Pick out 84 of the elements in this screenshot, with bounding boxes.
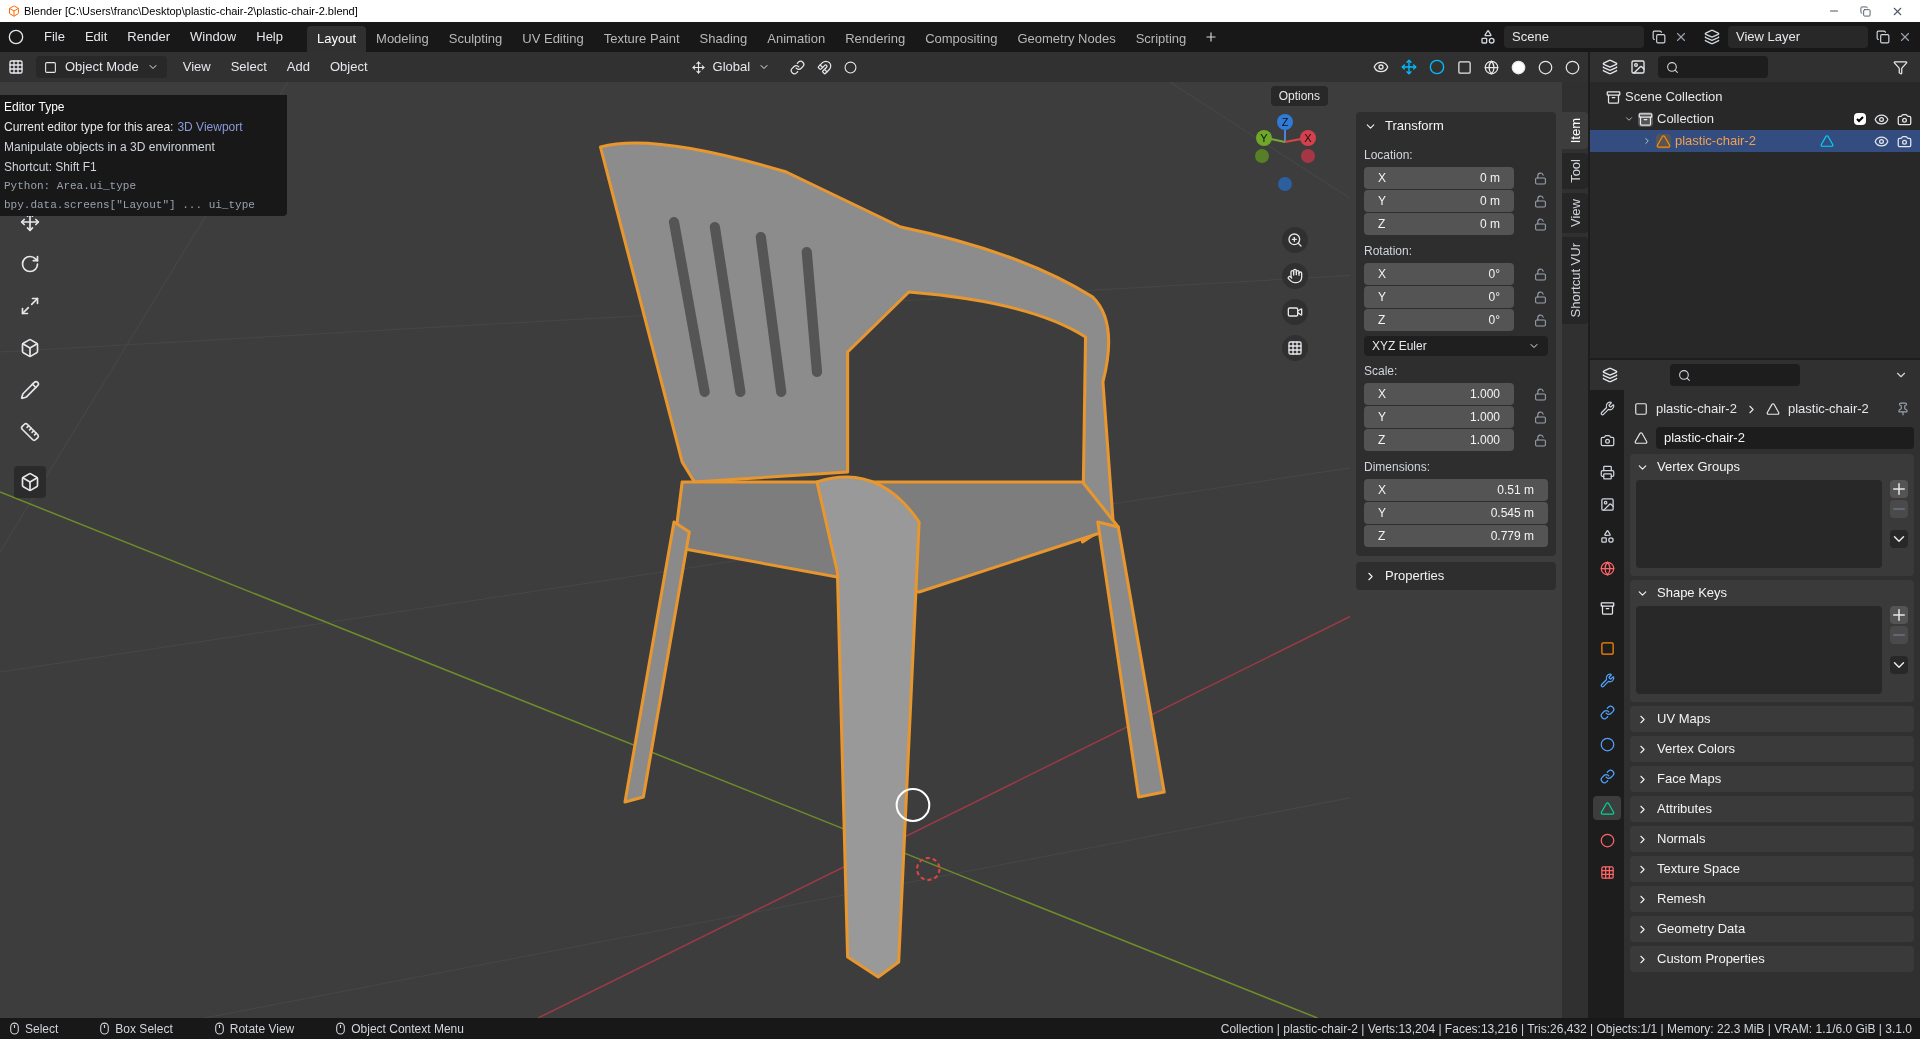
panel-header[interactable]: Shape Keys [1636, 580, 1908, 606]
breadcrumb-item[interactable]: plastic-chair-2 [1787, 399, 1869, 419]
sidebar-tab[interactable]: View [1562, 193, 1588, 234]
tooltip-line: Manipulate objects in a 3D environment [4, 139, 216, 156]
panel-header[interactable]: UV Maps [1636, 706, 1908, 732]
outliner-row[interactable]: plastic-chair-2 [1590, 130, 1920, 152]
viewport-menu-item[interactable]: View [178, 57, 215, 77]
number-field[interactable]: X 0° [1364, 263, 1514, 285]
axis-handle[interactable]: X [1300, 130, 1316, 146]
mode-dropdown[interactable]: Object Mode [36, 56, 167, 78]
workspace-tab[interactable]: Texture Paint [593, 26, 690, 52]
menu-item[interactable]: File [36, 27, 73, 47]
orientation-dropdown[interactable]: Global [683, 56, 779, 78]
number-field[interactable]: Y 1.000 [1364, 406, 1514, 428]
tooltip-python: Python: Area.ui_type [4, 179, 138, 194]
panel-header[interactable]: Vertex Colors [1636, 736, 1908, 762]
number-field[interactable]: X 0 m [1364, 167, 1514, 189]
menu-item[interactable]: Window [182, 27, 245, 47]
number-field[interactable]: X 1.000 [1364, 383, 1514, 405]
number-field[interactable]: Y 0.545 m [1364, 502, 1548, 524]
number-field[interactable]: X 0.51 m [1364, 479, 1548, 501]
group-label: Dimensions: [1364, 459, 1432, 476]
status-hint: Box Select [115, 1020, 173, 1038]
menu-item[interactable]: Help [248, 27, 291, 47]
menu-item[interactable]: Render [119, 27, 178, 47]
outliner-label: Collection [1657, 110, 1715, 129]
workspace-tab[interactable]: Sculpting [438, 26, 513, 52]
workspace-tab[interactable]: Compositing [915, 26, 1008, 52]
workspace-tab[interactable]: UV Editing [512, 26, 594, 52]
viewport-menu-item[interactable]: Add [282, 57, 314, 77]
workspace-tab[interactable]: Modeling [366, 26, 439, 52]
panel-header[interactable]: Texture Space [1636, 856, 1908, 882]
tooltip-line: Shortcut: Shift F1 [4, 159, 98, 176]
outliner-label: plastic-chair-2 [1675, 132, 1756, 151]
options-dropdown[interactable]: Options [1270, 86, 1328, 106]
properties-panel-header[interactable]: Properties [1356, 562, 1556, 590]
tooltip-title: Editor Type [4, 99, 66, 116]
status-hint: Object Context Menu [351, 1020, 464, 1038]
tooltip-value: 3D Viewport [177, 119, 243, 136]
menu-item[interactable]: Edit [76, 27, 116, 47]
outliner-row[interactable]: Collection [1590, 108, 1920, 130]
scene-field[interactable]: Scene [1504, 26, 1644, 48]
panel-header[interactable]: Face Maps [1636, 766, 1908, 792]
group-label: Location: [1364, 147, 1414, 164]
panel-header[interactable]: Vertex Groups [1636, 454, 1908, 480]
outliner-row[interactable]: Scene Collection [1590, 86, 1920, 108]
scene-statistics: Collection | plastic-chair-2 | Verts:13,204 | Faces:13,216 | Tris:26,432 | Objects:1/1 | Memory: 22.3 MiB | VRAM: 1.1/6.0 GiB | 3.1.0 [1220, 1020, 1912, 1038]
rotation-mode-dropdown[interactable]: XYZ Euler [1364, 336, 1548, 356]
panel-header[interactable]: Custom Properties [1636, 946, 1908, 972]
tooltip-description: Current editor type for this area: [4, 119, 174, 136]
group-label: Scale: [1364, 363, 1399, 380]
group-label: Rotation: [1364, 243, 1414, 260]
tooltip-python: bpy.data.screens["Layout"] ... ui_type [4, 197, 256, 213]
number-field[interactable]: Z 1.000 [1364, 429, 1514, 451]
viewport-menu-item[interactable]: Select [226, 57, 271, 77]
panel-header[interactable]: Geometry Data [1636, 916, 1908, 942]
workspace-tab[interactable]: Animation [757, 26, 836, 52]
workspace-tab[interactable]: Rendering [835, 26, 916, 52]
number-field[interactable]: Y 0 m [1364, 190, 1514, 212]
panel-header[interactable]: Remesh [1636, 886, 1908, 912]
outliner-label: Scene Collection [1625, 88, 1723, 107]
axis-handle[interactable]: Y [1256, 130, 1272, 146]
status-hint: Select [25, 1020, 59, 1038]
workspace-tab[interactable]: Scripting [1125, 26, 1197, 52]
number-field[interactable]: Y 0° [1364, 286, 1514, 308]
axis-handle[interactable]: Z [1277, 114, 1293, 130]
panel-header[interactable]: Attributes [1636, 796, 1908, 822]
number-field[interactable]: Z 0 m [1364, 213, 1514, 235]
workspace-tab[interactable]: Geometry Nodes [1007, 26, 1126, 52]
viewport-menu-item[interactable]: Object [325, 57, 372, 77]
breadcrumb-item[interactable]: plastic-chair-2 [1656, 399, 1737, 419]
view-layer-field[interactable]: View Layer [1728, 26, 1868, 48]
workspace-tab[interactable]: Layout [307, 26, 367, 52]
data-name-field[interactable]: plastic-chair-2 [1656, 427, 1914, 449]
window-title: Blender [C:\Users\franc\Desktop\plastic-chair-2\plastic-chair-2.blend] [24, 3, 358, 19]
sidebar-tab[interactable]: Item [1562, 112, 1588, 150]
sidebar-tab[interactable]: Tool [1562, 153, 1588, 190]
sidebar-tab[interactable]: Shortcut VUr [1562, 237, 1588, 324]
status-hint: Rotate View [229, 1020, 295, 1038]
panel-header[interactable]: Transform [1364, 112, 1548, 140]
number-field[interactable]: Z 0° [1364, 309, 1514, 331]
number-field[interactable]: Z 0.779 m [1364, 525, 1548, 547]
panel-header[interactable]: Normals [1636, 826, 1908, 852]
workspace-tab[interactable]: Shading [689, 26, 758, 52]
